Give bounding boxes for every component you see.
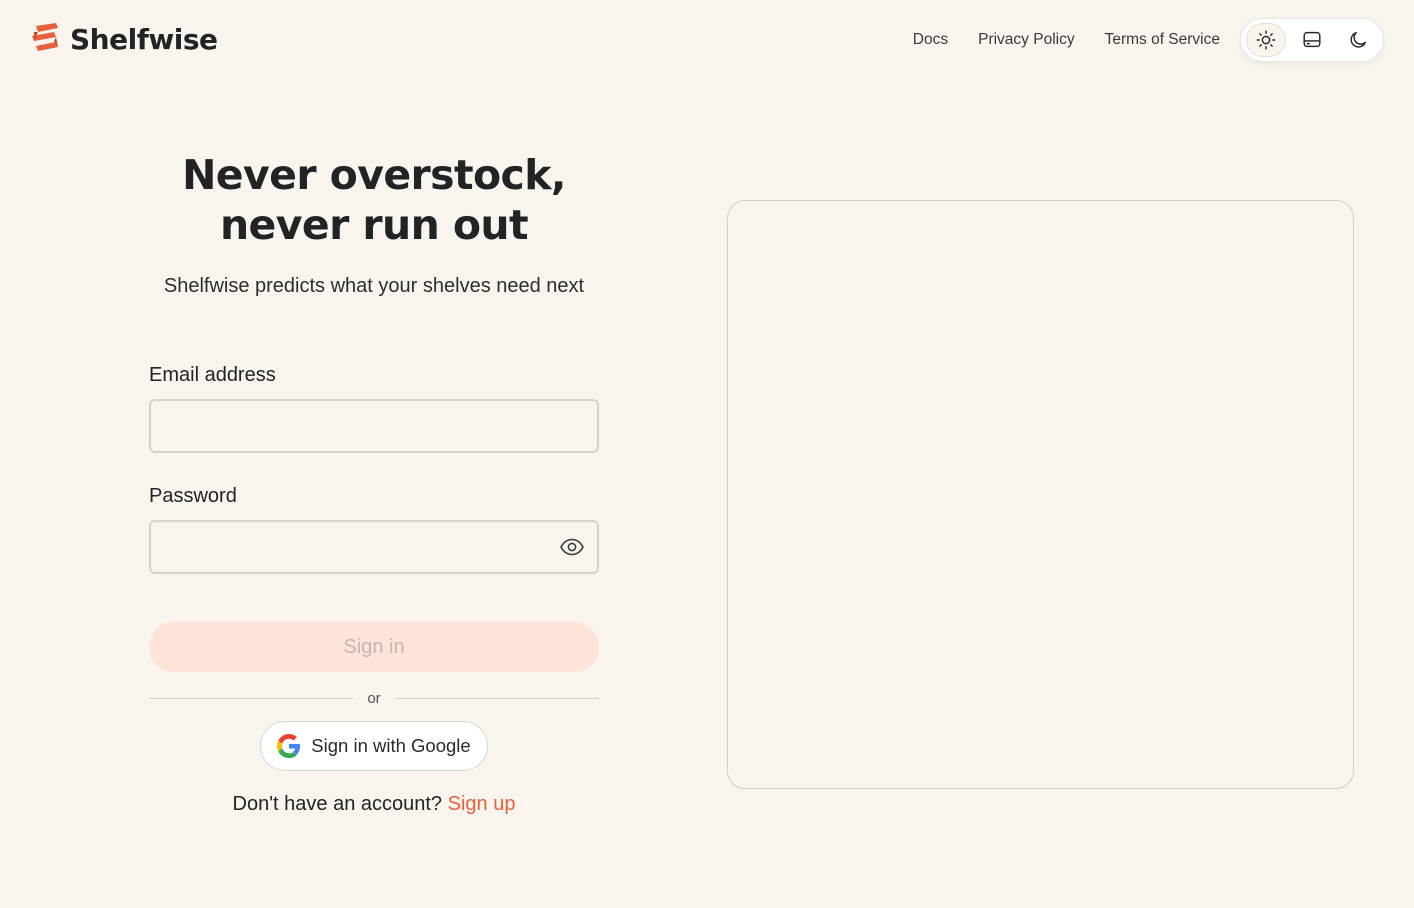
monitor-icon [1303,31,1321,48]
top-nav: Docs Privacy Policy Terms of Service [913,18,1384,62]
shelfwise-logo-icon [32,23,58,51]
signup-prompt: Don't have an account? [232,793,443,815]
google-signin-label: Sign in with Google [311,735,471,756]
headline-line-1: Never overstock, [182,151,566,199]
password-label: Password [149,485,237,507]
page-subtitle: Shelfwise predicts what your shelves nee… [163,275,585,297]
divider-text: or [367,690,381,707]
google-row: Sign in with Google [149,721,599,771]
moon-icon [1350,31,1367,48]
signup-prompt-row: Don't have an account? Sign up [149,793,599,816]
google-icon [277,734,301,758]
sun-icon [1256,30,1276,50]
email-field-wrapper [149,399,599,453]
email-label: Email address [149,364,276,386]
light-theme-button[interactable] [1246,23,1286,57]
brand-name: Shelfwise [70,22,218,56]
signin-button[interactable]: Sign in [149,622,599,672]
preview-panel [727,200,1354,789]
password-field-wrapper [149,520,599,574]
google-signin-button[interactable]: Sign in with Google [260,721,488,771]
page-headline: Never overstock, never run out [149,150,599,250]
headline-line-2: never run out [219,201,529,249]
signup-link[interactable]: Sign up [448,793,516,815]
eye-icon[interactable] [559,535,585,559]
divider-line-left [149,698,354,699]
signin-section: Never overstock, never run out Shelfwise… [149,150,599,816]
theme-toggle [1240,18,1384,62]
brand[interactable]: Shelfwise [30,22,218,56]
or-divider: or [149,690,599,707]
dark-theme-button[interactable] [1338,23,1378,57]
nav-link-docs[interactable]: Docs [913,31,948,49]
divider-line-right [394,698,599,699]
nav-link-privacy-policy[interactable]: Privacy Policy [978,31,1074,49]
email-input[interactable] [149,399,599,453]
system-theme-button[interactable] [1292,23,1332,57]
password-input[interactable] [149,520,599,574]
nav-link-terms-of-service[interactable]: Terms of Service [1105,31,1220,49]
